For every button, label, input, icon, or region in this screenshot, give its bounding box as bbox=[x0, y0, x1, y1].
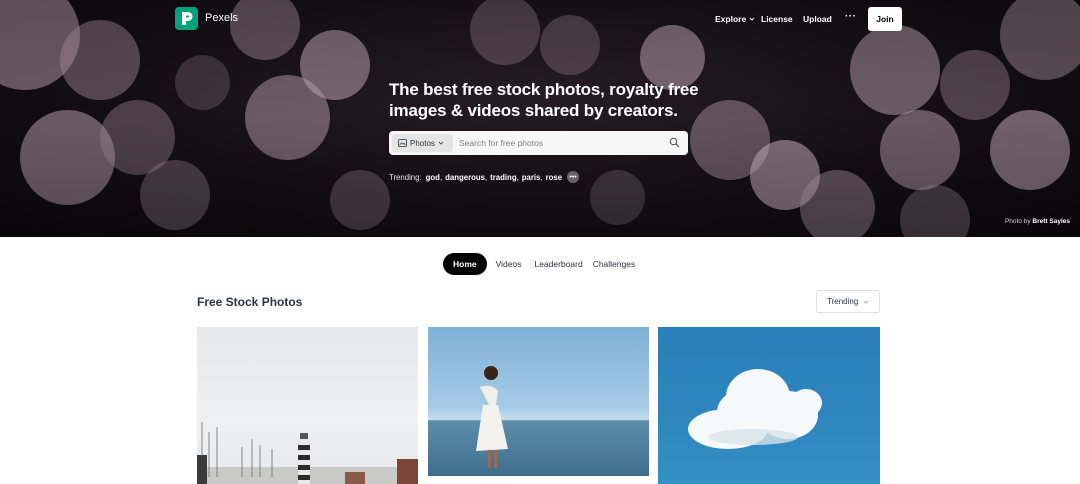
trending-term[interactable]: dangerous bbox=[445, 173, 485, 182]
section-title: Free Stock Photos bbox=[197, 295, 303, 309]
harbor-lighthouse-photo bbox=[197, 422, 418, 484]
trending-searches: Trending: god, dangerous, trading, paris… bbox=[389, 171, 580, 183]
tab-leaderboard[interactable]: Leaderboard bbox=[530, 253, 586, 275]
tab-home[interactable]: Home bbox=[443, 253, 487, 275]
sort-label: Trending bbox=[827, 297, 859, 306]
top-nav: Pexels Explore License Upload ··· Join bbox=[0, 0, 1080, 38]
tab-videos[interactable]: Videos bbox=[487, 253, 531, 275]
tab-challenges[interactable]: Challenges bbox=[587, 253, 642, 275]
photo-card-harbor[interactable] bbox=[197, 327, 418, 484]
nav-explore[interactable]: Explore bbox=[715, 14, 755, 24]
search-input[interactable] bbox=[459, 135, 659, 151]
nav-explore-label: Explore bbox=[715, 14, 747, 24]
woman-at-sea-photo bbox=[476, 366, 508, 468]
trending-label: Trending: bbox=[389, 172, 422, 182]
photo-credit: Photo by Brett Sayles bbox=[1005, 218, 1070, 225]
join-button[interactable]: Join bbox=[868, 7, 902, 31]
photo-card-cloud[interactable] bbox=[658, 327, 880, 484]
more-menu-icon[interactable]: ··· bbox=[845, 11, 857, 22]
chevron-down-icon bbox=[863, 300, 869, 304]
credit-prefix: Photo by bbox=[1004, 218, 1031, 225]
chevron-down-icon bbox=[749, 17, 755, 21]
search-bar: Photos bbox=[389, 131, 688, 155]
search-type-dropdown[interactable]: Photos bbox=[392, 134, 453, 152]
nav-upload[interactable]: Upload bbox=[803, 14, 832, 24]
pexels-logo-icon[interactable] bbox=[175, 7, 198, 30]
trending-term[interactable]: paris bbox=[522, 173, 541, 182]
image-icon bbox=[398, 139, 407, 147]
credit-author-link[interactable]: Brett Sayles bbox=[1032, 218, 1070, 225]
search-type-label: Photos bbox=[410, 138, 435, 148]
trending-term[interactable]: god bbox=[426, 173, 440, 182]
more-trending-icon[interactable]: ••• bbox=[567, 171, 580, 183]
trending-term[interactable]: trading bbox=[490, 173, 516, 182]
sort-dropdown[interactable]: Trending bbox=[816, 290, 880, 313]
photo-card-woman-sea[interactable] bbox=[428, 327, 649, 476]
brand-name[interactable]: Pexels bbox=[205, 12, 238, 24]
cloud-photo bbox=[688, 369, 822, 449]
chevron-down-icon bbox=[438, 141, 444, 145]
nav-license[interactable]: License bbox=[761, 14, 793, 24]
content-tabs: Home Videos Leaderboard Challenges bbox=[443, 253, 641, 275]
hero-title: The best free stock photos, royalty free… bbox=[389, 80, 699, 120]
search-icon[interactable] bbox=[669, 137, 680, 148]
trending-term[interactable]: rose bbox=[546, 173, 562, 182]
